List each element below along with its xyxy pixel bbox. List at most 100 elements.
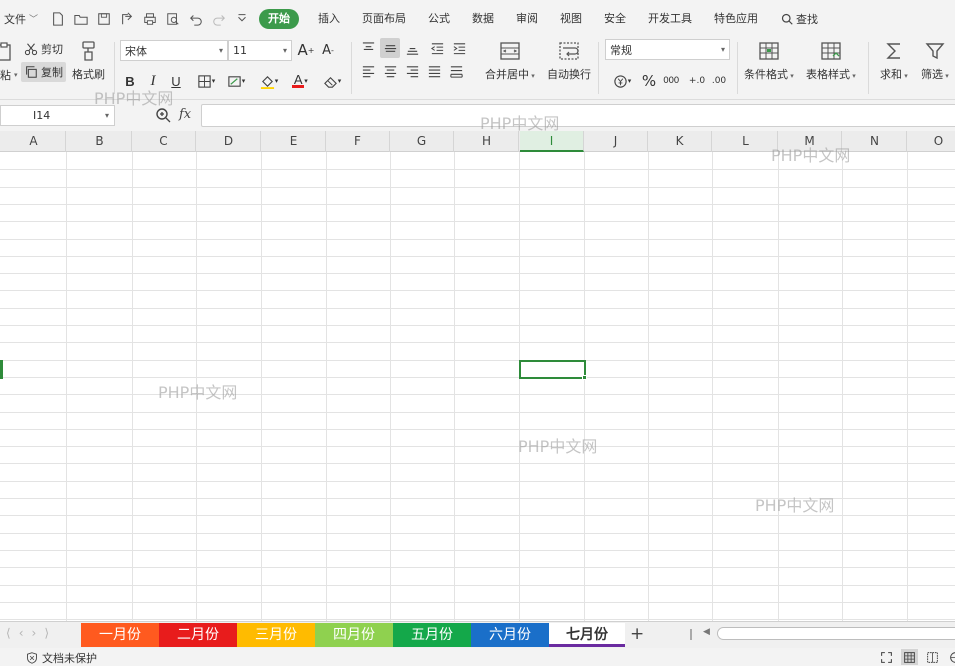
normal-view-icon[interactable] [901,649,918,665]
worksheet-grid[interactable] [0,152,955,621]
tab-home[interactable]: 开始 [259,8,300,29]
scrollbar-splitter[interactable] [690,629,692,640]
sum-button[interactable]: 求和 ▾ [880,40,908,82]
print-preview-icon[interactable] [163,9,182,28]
tab-insert[interactable]: 插入 [307,9,351,29]
fill-pattern-button[interactable]: ▾ [222,71,250,91]
document-protection-status[interactable]: 文档未保护 [26,650,97,666]
export-icon[interactable] [117,9,136,28]
sheet-tab-may[interactable]: 五月份 [393,623,471,647]
paste-dropdown[interactable]: 粘 ▾ [0,65,18,85]
align-center-button[interactable] [380,61,400,81]
align-right-button[interactable] [402,61,422,81]
column-header-b[interactable]: B [68,131,132,152]
column-header-g[interactable]: G [390,131,454,152]
reading-mode-icon[interactable] [947,649,955,665]
increase-indent-button[interactable] [449,38,469,58]
tab-formulas[interactable]: 公式 [417,9,461,29]
paste-button[interactable] [0,41,18,63]
prev-sheet-icon[interactable]: ‹ [19,626,24,640]
full-screen-icon[interactable] [878,649,895,665]
column-header-o[interactable]: O [907,131,955,152]
decrease-indent-button[interactable] [427,38,447,58]
customize-toolbar-icon[interactable] [232,9,251,28]
search-button[interactable]: 查找 [769,11,818,27]
tab-developer[interactable]: 开发工具 [637,9,703,29]
justify-button[interactable] [424,61,444,81]
wrap-text-button[interactable]: 自动换行 [547,40,591,82]
add-sheet-button[interactable]: + [630,624,644,644]
fill-handle[interactable] [582,375,587,380]
file-menu[interactable]: 文件 ﹀ [4,11,38,27]
column-header-c[interactable]: C [132,131,196,152]
format-painter-button[interactable]: 格式刷 [72,40,105,82]
print-icon[interactable] [140,9,159,28]
sheet-tab-june[interactable]: 六月份 [471,623,549,647]
column-header-l[interactable]: L [714,131,778,152]
column-header-f[interactable]: F [326,131,390,152]
name-box[interactable]: I14 ▾ [0,105,115,126]
last-sheet-icon[interactable]: ⟩ [44,626,49,640]
italic-button[interactable]: I [143,71,163,91]
first-sheet-icon[interactable]: ⟨ [6,626,11,640]
open-folder-icon[interactable] [71,9,90,28]
align-left-button[interactable] [358,61,378,81]
clear-button[interactable]: ▾ [318,71,346,91]
cut-button[interactable]: 剪切 [24,39,63,59]
tab-special-apps[interactable]: 特色应用 [703,9,769,29]
horizontal-scrollbar[interactable] [717,627,955,640]
align-bottom-button[interactable] [402,38,422,58]
percent-button[interactable]: % [639,71,659,91]
borders-button[interactable]: ▾ [192,71,220,91]
column-header-k[interactable]: K [648,131,712,152]
formula-input[interactable] [201,104,955,127]
distributed-align-button[interactable] [446,61,466,81]
tab-page-layout[interactable]: 页面布局 [351,9,417,29]
new-document-icon[interactable] [48,9,67,28]
table-style-button[interactable]: 表格样式 ▾ [806,40,856,82]
underline-button[interactable]: U [166,71,186,91]
merge-center-button[interactable]: 合并居中 ▾ [485,40,535,82]
number-format-select[interactable]: 常规 ▾ [605,39,730,60]
selected-cell[interactable] [519,360,586,379]
undo-icon[interactable] [186,9,205,28]
align-middle-button[interactable] [380,38,400,58]
page-break-view-icon[interactable] [924,649,941,665]
filter-button[interactable]: 筛选 ▾ [921,40,949,82]
column-header-a[interactable]: A [2,131,66,152]
scroll-left-icon[interactable]: ◀ [703,627,710,637]
save-icon[interactable] [94,9,113,28]
sheet-tab-april[interactable]: 四月份 [315,623,393,647]
font-color-button[interactable]: A ▾ [286,71,314,91]
decrease-decimal-button[interactable]: .00 [708,71,730,91]
decrease-font-size-button[interactable]: A- [318,40,338,60]
column-header-m[interactable]: M [778,131,842,152]
font-name-select[interactable]: 宋体 ▾ [120,40,228,61]
tab-review[interactable]: 审阅 [505,9,549,29]
bold-button[interactable]: B [120,71,140,91]
font-size-select[interactable]: 11 ▾ [228,40,292,61]
sheet-tab-january[interactable]: 一月份 [81,623,159,647]
tab-data[interactable]: 数据 [461,9,505,29]
align-top-button[interactable] [358,38,378,58]
sheet-tab-march[interactable]: 三月份 [237,623,315,647]
increase-decimal-button[interactable]: +.0 [686,71,708,91]
insert-function-button[interactable]: fx [179,107,191,122]
thousands-separator-button[interactable]: 000 [660,71,682,91]
column-header-n[interactable]: N [843,131,907,152]
copy-button[interactable]: 复制 [21,62,66,82]
fill-color-button[interactable]: ▾ [255,71,283,91]
conditional-format-button[interactable]: 条件格式 ▾ [744,40,794,82]
increase-font-size-button[interactable]: A + [296,40,316,60]
zoom-formula-icon[interactable] [155,107,171,123]
next-sheet-icon[interactable]: › [32,626,37,640]
tab-view[interactable]: 视图 [549,9,593,29]
sheet-tab-july[interactable]: 七月份 [549,623,625,647]
column-header-e[interactable]: E [262,131,326,152]
currency-format-button[interactable]: ▾ [608,71,636,91]
column-header-d[interactable]: D [197,131,261,152]
column-header-i[interactable]: I [520,131,584,152]
column-header-h[interactable]: H [455,131,519,152]
tab-security[interactable]: 安全 [593,9,637,29]
sheet-tab-february[interactable]: 二月份 [159,623,237,647]
